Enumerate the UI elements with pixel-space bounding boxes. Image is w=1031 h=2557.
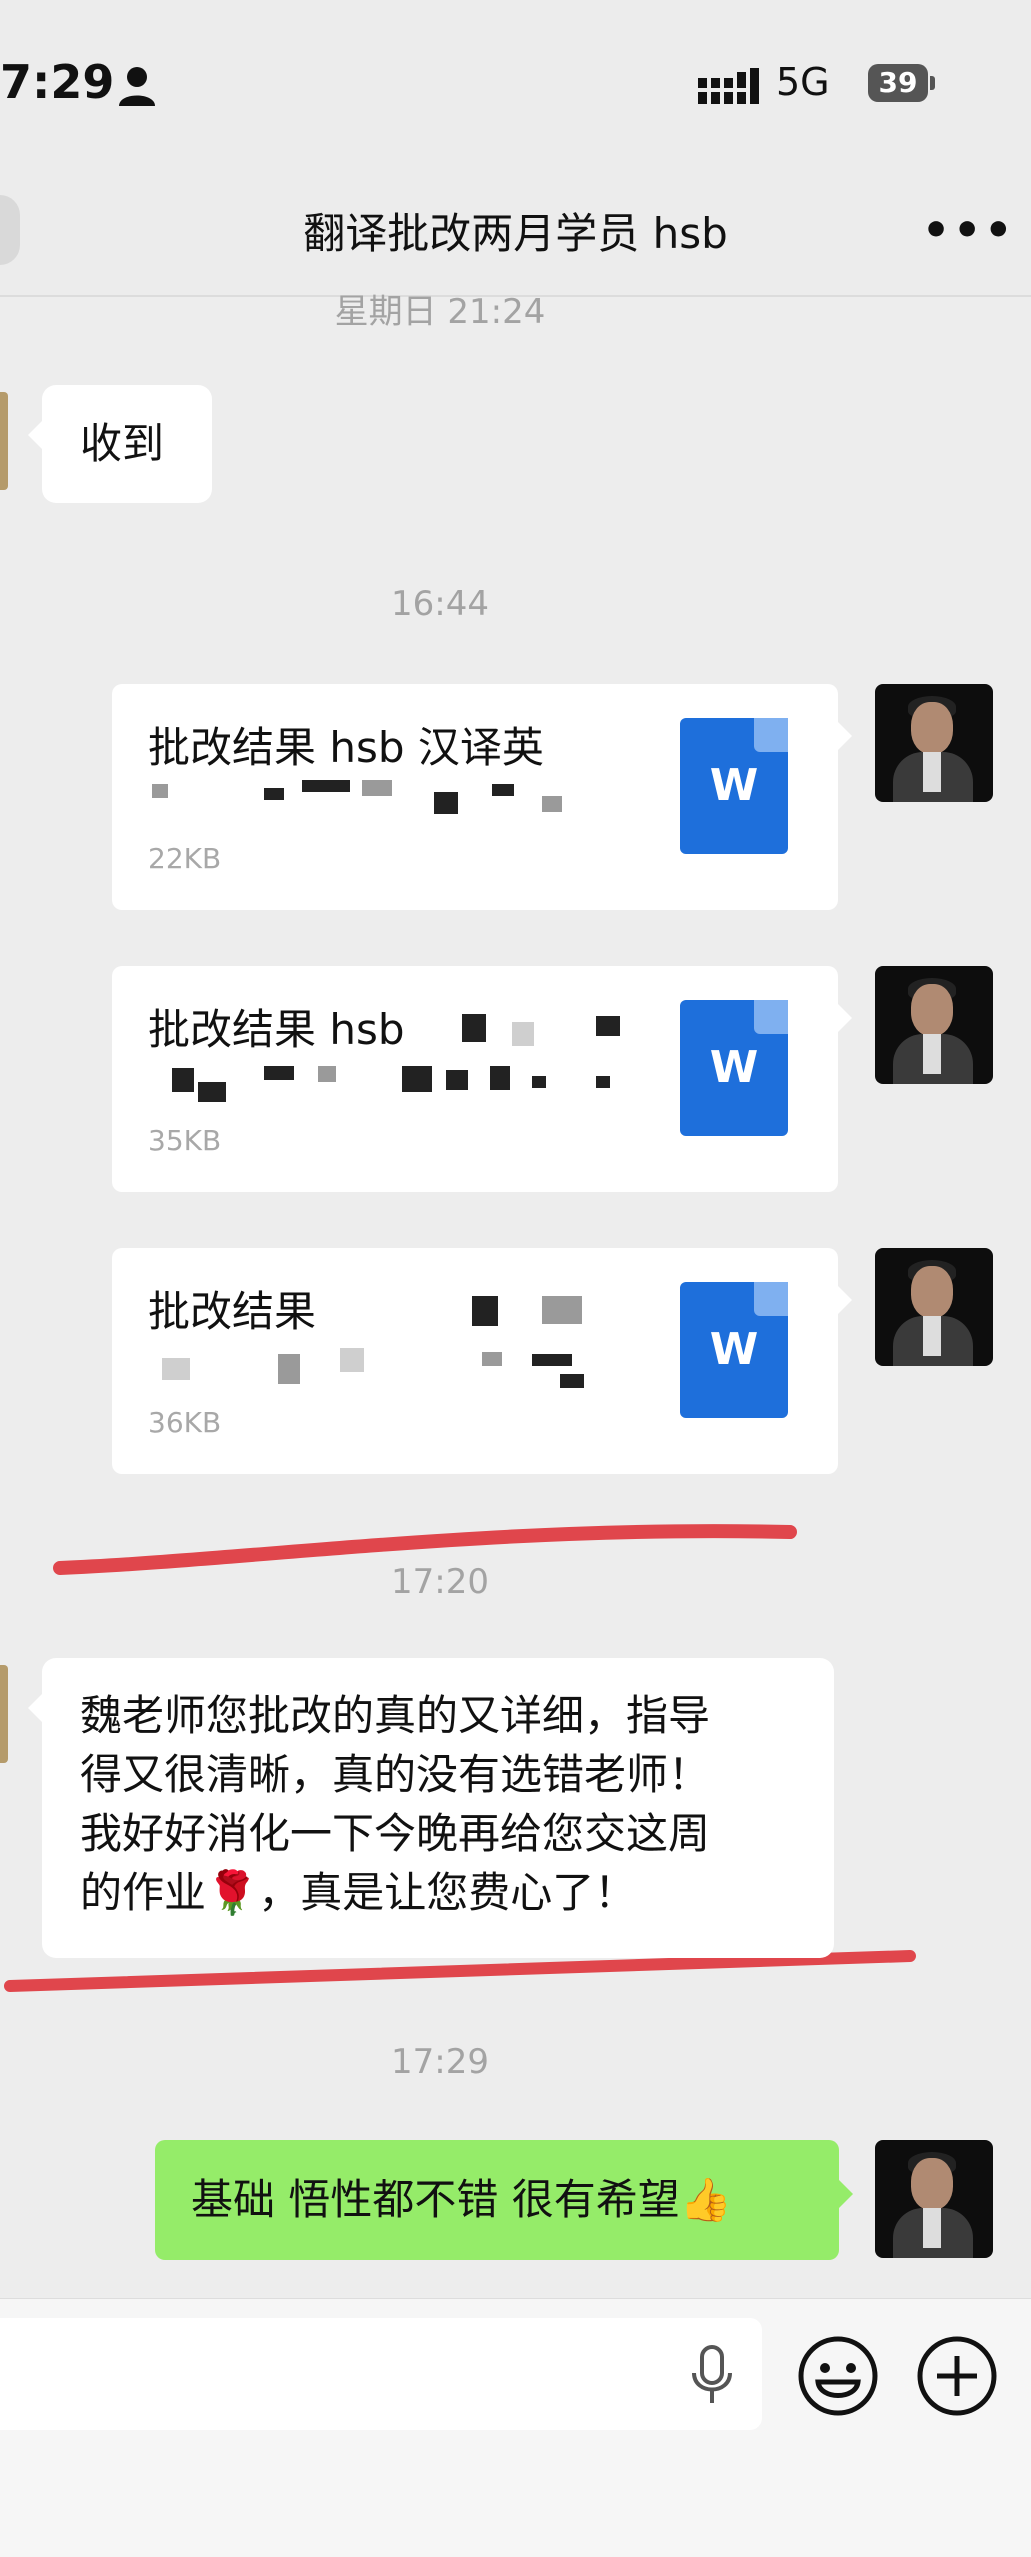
censor-block xyxy=(542,1296,582,1324)
word-file-icon: W xyxy=(680,1282,788,1418)
censor-block xyxy=(482,1352,502,1366)
my-avatar[interactable] xyxy=(875,966,993,1084)
message-bubble-received[interactable]: 收到 xyxy=(28,385,212,503)
timestamp: 17:29 xyxy=(391,2042,489,2082)
censor-block xyxy=(462,1014,486,1042)
censor-block xyxy=(152,784,168,798)
person-icon xyxy=(119,67,155,106)
censor-block xyxy=(492,784,514,796)
censor-block xyxy=(434,792,458,814)
file-message[interactable]: 批改结果 36KB W xyxy=(112,1248,852,1474)
censor-block xyxy=(198,1082,226,1102)
emoji-icon[interactable] xyxy=(796,2334,880,2418)
message-line: 得又很清晰，真的没有选错老师！ xyxy=(80,1750,711,1799)
file-size: 35KB xyxy=(148,1124,222,1157)
file-size: 22KB xyxy=(148,842,222,875)
mic-icon[interactable] xyxy=(690,2345,734,2409)
file-name: 批改结果 hsb 汉译英 xyxy=(148,723,544,772)
censor-block xyxy=(264,788,284,800)
censor-block xyxy=(472,1296,498,1326)
timestamp: 星期日 21:24 xyxy=(334,292,546,332)
censor-block xyxy=(596,1076,610,1088)
message-text: 收到 xyxy=(80,419,165,468)
signal-icon xyxy=(698,68,759,104)
censor-block xyxy=(596,1016,620,1036)
message-line: 魏老师您批改的真的又详细，指导 xyxy=(80,1691,711,1740)
my-avatar[interactable] xyxy=(875,2140,993,2258)
more-icon[interactable]: ••• xyxy=(922,205,1015,256)
censor-block xyxy=(362,780,392,796)
message-input[interactable] xyxy=(0,2318,762,2430)
censor-block xyxy=(162,1358,190,1380)
contact-avatar[interactable] xyxy=(0,392,8,490)
message-line: 我好好消化一下今晚再给您交这周 xyxy=(80,1809,711,1858)
censor-block xyxy=(302,780,350,792)
battery-tip xyxy=(930,76,935,90)
file-message[interactable]: 批改结果 hsb 汉译英 22KB W xyxy=(112,684,852,910)
censor-block xyxy=(542,796,562,812)
message-bubble-received[interactable]: 魏老师您批改的真的又详细，指导 得又很清晰，真的没有选错老师！ 我好好消化一下今… xyxy=(28,1658,834,1958)
timestamp: 17:20 xyxy=(391,1562,489,1602)
message-text: 基础 悟性都不错 很有希望👍 xyxy=(191,2175,732,2224)
censor-block xyxy=(402,1066,432,1092)
censor-block xyxy=(172,1068,194,1092)
my-avatar[interactable] xyxy=(875,684,993,802)
censor-block xyxy=(264,1066,294,1080)
file-name: 批改结果 hsb xyxy=(148,1005,405,1054)
my-avatar[interactable] xyxy=(875,1248,993,1366)
censor-block xyxy=(532,1354,572,1366)
battery-level: 39 xyxy=(868,64,928,102)
word-file-icon: W xyxy=(680,718,788,854)
status-time: 7:29 xyxy=(0,55,115,109)
timestamp: 16:44 xyxy=(391,584,489,624)
censor-block xyxy=(560,1374,584,1388)
file-name: 批改结果 xyxy=(148,1287,317,1336)
censor-block xyxy=(446,1070,468,1090)
censor-block xyxy=(340,1348,364,1372)
censor-block xyxy=(278,1354,300,1384)
network-type: 5G xyxy=(776,60,830,104)
message-bubble-sent[interactable]: 基础 悟性都不错 很有希望👍 xyxy=(155,2140,853,2260)
message-line: 的作业🌹，真是让您费心了！ xyxy=(80,1868,637,1917)
file-message[interactable]: 批改结果 hsb 35KB W xyxy=(112,966,852,1192)
chat-title: 翻译批改两月学员 hsb xyxy=(303,209,728,258)
censor-block xyxy=(532,1076,546,1088)
file-size: 36KB xyxy=(148,1406,222,1439)
censor-block xyxy=(490,1066,510,1090)
plus-icon[interactable] xyxy=(915,2334,999,2418)
word-file-icon: W xyxy=(680,1000,788,1136)
censor-block xyxy=(512,1022,534,1046)
censor-block xyxy=(318,1066,336,1082)
contact-avatar[interactable] xyxy=(0,1665,8,1763)
